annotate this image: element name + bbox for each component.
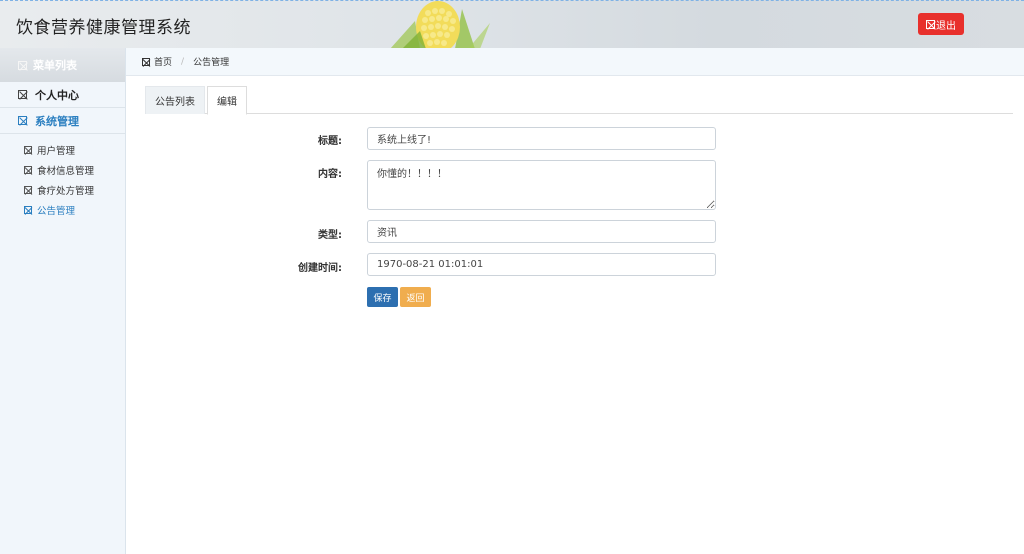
ingredients-icon [24,166,32,174]
profile-icon [18,90,27,99]
content-textarea[interactable]: 你懂的！！！！ [367,160,716,210]
top-header: 饮食营养健康管理系统 退出 [0,0,1024,48]
title-label: 标题: [318,136,342,147]
sidebar-item-users[interactable]: 用户管理 [0,140,125,160]
sidebar-item-label: 用户管理 [37,146,76,157]
corn-banner-image [390,1,490,48]
tab-announcement-list[interactable]: 公告列表 [145,86,205,114]
sidebar-group-label: 系统管理 [35,114,79,128]
sidebar-menu-title: 菜单列表 [0,48,125,82]
announcements-icon [24,206,32,214]
sidebar-item-label: 食疗处方管理 [37,186,95,197]
tab-edit[interactable]: 编辑 [207,86,247,115]
sidebar-item-announcements[interactable]: 公告管理 [0,200,125,220]
home-icon [142,57,150,66]
breadcrumb-current: 公告管理 [193,58,230,68]
created-time-input[interactable] [367,253,716,276]
sidebar: 菜单列表 个人中心 系统管理 用户管理 食材信息管理 食疗处方管理 公告管理 [0,48,126,554]
sidebar-item-label: 公告管理 [37,206,76,217]
back-button[interactable]: 返回 [400,287,431,307]
prescriptions-icon [24,186,32,194]
sidebar-item-prescriptions[interactable]: 食疗处方管理 [0,180,125,200]
breadcrumb-separator: / [181,56,185,67]
logout-button[interactable]: 退出 [918,13,964,35]
system-icon [18,116,27,125]
app-title: 饮食营养健康管理系统 [16,18,191,38]
title-input[interactable] [367,127,716,150]
menu-list-icon [18,60,27,70]
type-label: 类型: [318,230,342,241]
logout-label: 退出 [936,20,956,32]
sidebar-item-label: 食材信息管理 [37,166,95,177]
logout-icon [926,19,935,29]
sidebar-group-profile[interactable]: 个人中心 [0,82,125,108]
sidebar-submenu: 用户管理 食材信息管理 食疗处方管理 公告管理 [0,134,125,220]
sidebar-item-ingredients[interactable]: 食材信息管理 [0,160,125,180]
type-input[interactable] [367,220,716,243]
tab-bar: 公告列表 编辑 [145,86,1013,115]
sidebar-group-label: 个人中心 [35,88,79,102]
users-icon [24,146,32,154]
content-label: 内容: [318,169,342,180]
created-time-label: 创建时间: [298,263,342,274]
breadcrumb: 首页 / 公告管理 [126,48,1024,76]
sidebar-group-system[interactable]: 系统管理 [0,108,125,134]
breadcrumb-home[interactable]: 首页 [154,55,172,68]
save-button[interactable]: 保存 [367,287,398,307]
menu-title-label: 菜单列表 [33,59,77,72]
